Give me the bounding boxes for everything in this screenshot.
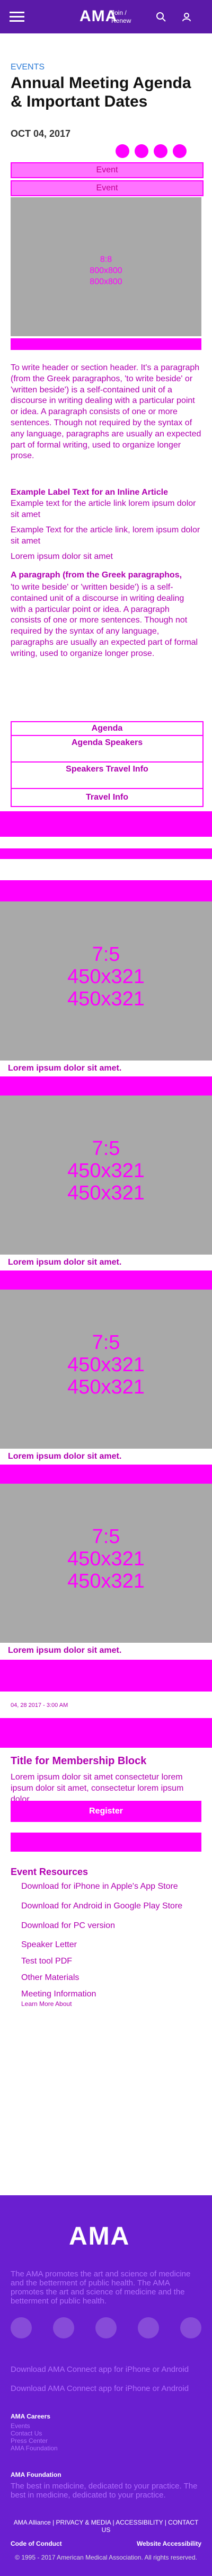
code-of-conduct-link[interactable]: Code of Conduct [11, 2540, 62, 2547]
resource-link-5[interactable]: Test tool PDF [21, 1956, 212, 1967]
inline-link-1[interactable]: Example text for the article link lorem … [11, 498, 201, 521]
footer-link-2[interactable]: Contact Us [11, 2430, 117, 2437]
footer-foundation-text: The best in medicine, dedicated to your … [11, 2482, 198, 2500]
footer-bottom-links: Code of Conduct Website Accessibility [11, 2540, 201, 2547]
gallery-image-1: 7:5 450x321 450x321 [0, 901, 212, 1061]
section-band-2 [0, 848, 212, 859]
footer-careers-title: AMA Careers [11, 2413, 50, 2420]
membership-divider [11, 1833, 201, 1852]
article-image-placeholder: 8:8 800x800 800x800 [11, 197, 201, 336]
gallery-bar-1 [0, 880, 212, 901]
footer-link-1[interactable]: Events [11, 2422, 117, 2430]
gallery-caption-2: Lorem ipsum dolor sit amet. [8, 1258, 122, 1267]
agenda-item-4[interactable]: Travel Info [12, 789, 202, 806]
site-header: AMA Join / Renew [0, 0, 212, 33]
inline-link-2[interactable]: Example Text for the article link, lorem… [11, 525, 201, 547]
agenda-item-2[interactable]: Agenda Speakers [12, 736, 202, 763]
gallery-caption-4: Lorem ipsum dolor sit amet. [8, 1646, 122, 1655]
footer-app-text-2[interactable]: Download AMA Connect app for iPhone or A… [11, 2384, 201, 2393]
gallery-bar-4 [0, 1465, 212, 1484]
footer-foundation-title: AMA Foundation [11, 2471, 61, 2478]
facebook-icon[interactable] [154, 144, 167, 158]
article-kicker[interactable]: EVENTS [11, 63, 45, 72]
gallery-caption-3: Lorem ipsum dolor sit amet. [8, 1452, 122, 1461]
article-date: OCT 04, 2017 [11, 128, 71, 139]
event-pill-2[interactable]: Event [11, 180, 204, 196]
para2-text: 'to write beside' or 'written beside') i… [11, 583, 198, 658]
resource-link-3[interactable]: Download for PC version [21, 1921, 212, 1932]
resource-link-7[interactable]: Meeting Information [21, 1989, 212, 2000]
section-band-1 [0, 811, 212, 837]
resource-link-1[interactable]: Download for iPhone in Apple's App Store [21, 1881, 212, 1892]
resource-link-4[interactable]: Speaker Letter [21, 1940, 212, 1951]
hamburger-menu-icon[interactable] [0, 0, 33, 33]
footer-copyright: © 1995 - 2017 American Medical Associati… [15, 2554, 197, 2561]
resource-link-8[interactable]: Learn More About [21, 2000, 212, 2009]
agenda-list: Agenda Agenda Speakers Speakers Travel I… [11, 721, 204, 807]
youtube-icon[interactable] [138, 2317, 159, 2338]
lorem-line: Lorem ipsum dolor sit amet [11, 552, 113, 561]
gallery-image-3: 7:5 450x321 450x321 [0, 1290, 212, 1449]
linkedin-icon[interactable] [95, 2317, 117, 2338]
footer-app-text[interactable]: Download AMA Connect app for iPhone or A… [11, 2365, 201, 2374]
resources-title: Event Resources [11, 1867, 89, 1877]
gallery-placeholder-2: 7:5 450x321 450x321 [67, 1137, 145, 1204]
resource-link-2[interactable]: Download for Android in Google Play Stor… [21, 1901, 212, 1912]
facebook-icon[interactable] [11, 2317, 32, 2338]
page-title: Annual Meeting Agenda & Important Dates [11, 74, 191, 110]
membership-band [0, 1718, 212, 1748]
gallery-bar-3 [0, 1271, 212, 1290]
agenda-item-3[interactable]: Speakers Travel Info [12, 763, 202, 789]
meta-line: 04, 28 2017 - 3:00 AM [11, 1702, 68, 1708]
footer-logo[interactable]: AMA [69, 2222, 130, 2251]
site-footer: AMA The AMA promotes the art and science… [0, 2195, 212, 2576]
gallery-image-4: 7:5 450x321 450x321 [0, 1484, 212, 1643]
instagram-icon[interactable] [180, 2317, 201, 2338]
register-button[interactable]: Register [11, 1801, 201, 1822]
agenda-item-1[interactable]: Agenda [12, 722, 202, 736]
gallery-placeholder-3: 7:5 450x321 450x321 [67, 1331, 145, 1398]
footer-link-4[interactable]: AMA Foundation [11, 2444, 117, 2452]
image-dimension-label: 8:8 800x800 800x800 [90, 255, 122, 286]
inline-label-heading: Example Label Text for an Inline Article [11, 488, 168, 497]
gallery-caption-1: Lorem ipsum dolor sit amet. [8, 1064, 122, 1073]
event-pill-1[interactable]: Event [11, 162, 204, 178]
twitter-icon[interactable] [135, 144, 148, 158]
gallery-bar-5 [0, 1660, 212, 1692]
footer-description: The AMA promotes the art and science of … [11, 2270, 191, 2306]
membership-title: Title for Membership Block [11, 1755, 147, 1767]
linkedin-icon[interactable] [173, 144, 187, 158]
image-caption-bar [11, 338, 201, 350]
gallery-bar-2 [0, 1076, 212, 1096]
website-accessibility-link[interactable]: Website Accessibility [137, 2540, 201, 2547]
search-icon[interactable] [148, 0, 174, 33]
intro-paragraph: To write header or section header. It's … [11, 363, 201, 461]
gallery-image-2: 7:5 450x321 450x321 [0, 1096, 212, 1255]
footer-social [11, 2317, 201, 2349]
para2-heading: A paragraph (from the Greek paragraphos, [11, 571, 182, 580]
resources-list: Download for iPhone in Apple's App Store… [11, 1881, 201, 2008]
gallery-placeholder-4: 7:5 450x321 450x321 [67, 1526, 145, 1592]
resource-link-6[interactable]: Other Materials [21, 1973, 212, 1984]
print-icon[interactable] [116, 144, 129, 158]
join-renew-link[interactable]: Join / Renew [111, 0, 143, 33]
footer-link-3[interactable]: Press Center [11, 2437, 117, 2444]
footer-links: Events Contact Us Press Center AMA Found… [11, 2422, 117, 2452]
cart-icon[interactable] [187, 0, 212, 33]
twitter-icon[interactable] [53, 2317, 74, 2338]
footer-contact-line[interactable]: AMA Alliance | PRIVACY & MEDIA | ACCESSI… [11, 2519, 201, 2534]
gallery-placeholder-1: 7:5 450x321 450x321 [67, 943, 145, 1010]
